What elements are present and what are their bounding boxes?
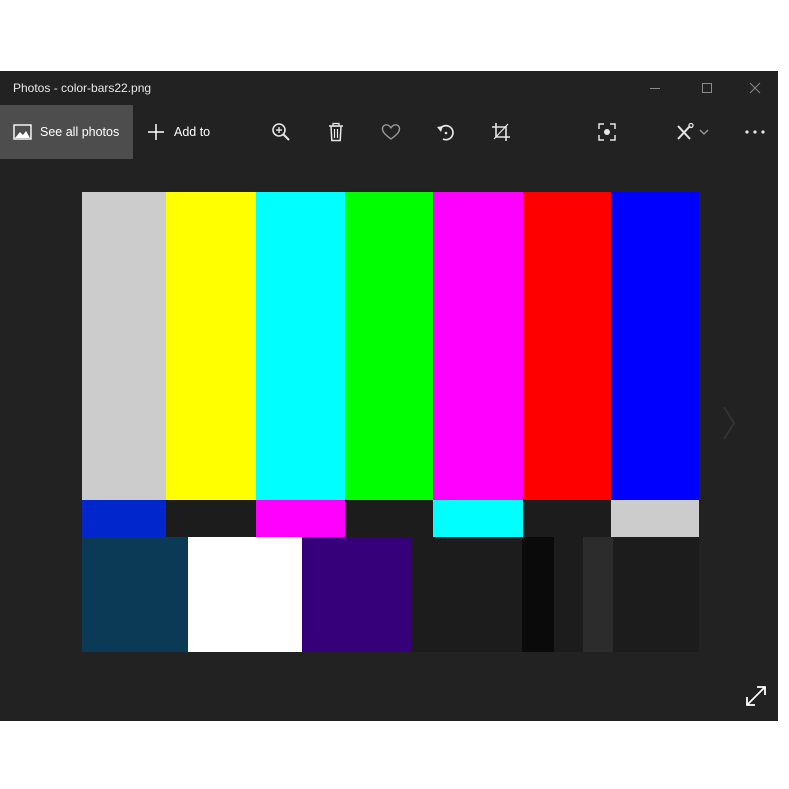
expand-icon <box>746 686 766 706</box>
bar-top-2 <box>166 192 256 500</box>
more-options-button[interactable] <box>740 118 770 146</box>
close-icon <box>749 82 761 94</box>
photo-viewer-image[interactable] <box>82 192 699 652</box>
title-bar[interactable]: Photos - color-bars22.png <box>0 71 778 105</box>
crop-button[interactable] <box>486 118 516 146</box>
bar-mid-7 <box>611 500 699 537</box>
bar-mid-4 <box>345 500 433 537</box>
see-all-photos-label: See all photos <box>40 125 120 139</box>
fullscreen-button[interactable] <box>740 681 772 711</box>
maximize-icon <box>702 83 712 93</box>
chevron-right-icon <box>723 406 736 440</box>
close-button[interactable] <box>732 71 778 105</box>
photo-gallery-icon <box>13 124 32 140</box>
block-bottom-2 <box>188 537 302 652</box>
bar-top-1 <box>82 192 166 500</box>
bar-mid-5 <box>433 500 523 537</box>
window-title: Photos - color-bars22.png <box>13 81 152 95</box>
toolbar: See all photos Add to <box>0 105 778 159</box>
trash-icon <box>329 122 343 142</box>
see-all-photos-button[interactable]: See all photos <box>0 105 133 159</box>
capture-focus-icon <box>598 123 616 141</box>
block-bottom-6 <box>554 537 583 652</box>
more-icon <box>745 130 765 134</box>
block-bottom-8 <box>613 537 699 652</box>
crop-icon <box>492 123 510 141</box>
bar-mid-3 <box>256 500 345 537</box>
next-photo-button[interactable] <box>716 401 742 445</box>
block-bottom-4 <box>412 537 522 652</box>
heart-icon <box>381 124 401 140</box>
maximize-button[interactable] <box>684 71 730 105</box>
bar-top-5 <box>433 192 523 500</box>
bar-top-3 <box>256 192 345 500</box>
photos-app-window: Photos - color-bars22.png See all photos <box>0 71 778 721</box>
bar-top-6 <box>523 192 611 500</box>
rotate-button[interactable] <box>431 118 461 146</box>
minimize-button[interactable] <box>632 71 678 105</box>
edit-tools-icon <box>677 122 694 140</box>
block-bottom-3 <box>302 537 412 652</box>
bar-top-4 <box>345 192 433 500</box>
delete-button[interactable] <box>321 118 351 146</box>
block-bottom-5 <box>522 537 554 652</box>
edit-create-button[interactable] <box>668 118 716 146</box>
zoom-button[interactable] <box>266 118 296 146</box>
minimize-icon <box>650 88 660 89</box>
bar-mid-2 <box>166 500 256 537</box>
plus-icon <box>148 124 164 140</box>
favorite-button[interactable] <box>376 118 406 146</box>
rotate-icon <box>437 124 454 141</box>
bar-mid-1 <box>82 500 166 537</box>
chevron-down-icon <box>699 129 709 135</box>
screenshot-button[interactable] <box>592 118 622 146</box>
bar-top-7 <box>611 192 699 500</box>
block-bottom-7 <box>583 537 613 652</box>
bar-mid-6 <box>523 500 611 537</box>
block-bottom-1 <box>82 537 188 652</box>
add-to-button[interactable]: Add to <box>137 105 227 159</box>
zoom-in-icon <box>272 123 290 141</box>
add-to-label: Add to <box>174 125 211 139</box>
